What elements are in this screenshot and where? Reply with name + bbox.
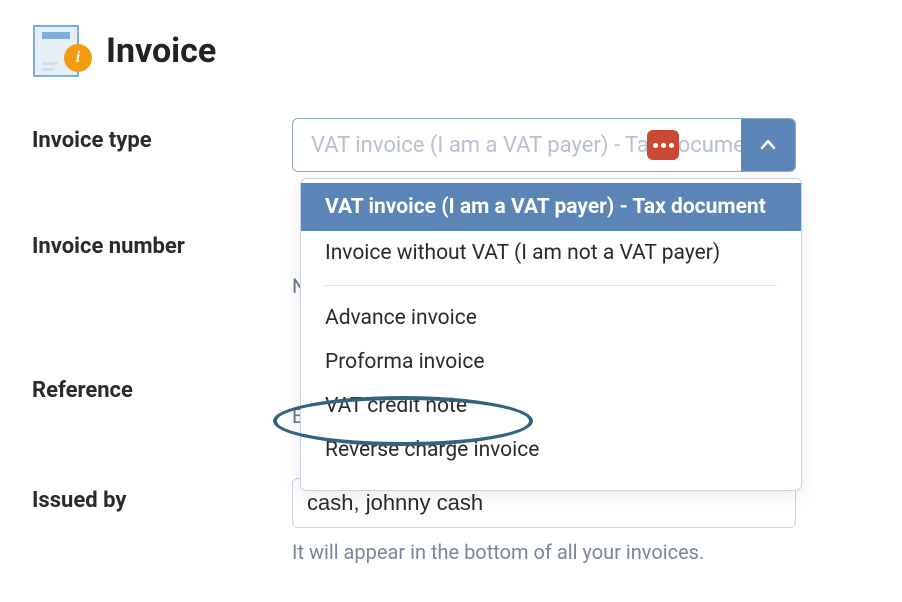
row-invoice-type: Invoice type VAT invoice (I am a VAT pay… — [32, 118, 870, 172]
dropdown-item[interactable]: Advance invoice — [301, 296, 801, 340]
ellipsis-icon — [647, 130, 679, 160]
page-header: i Invoice — [32, 24, 870, 78]
combobox-toggle-button[interactable] — [741, 119, 795, 171]
invoice-type-dropdown: VAT invoice (I am a VAT payer) - Tax doc… — [300, 178, 802, 491]
chevron-up-icon — [758, 135, 778, 155]
label-issued-by: Issued by — [32, 478, 292, 513]
dropdown-item[interactable]: Invoice without VAT (I am not a VAT paye… — [301, 231, 801, 275]
invoice-doc-icon: i — [32, 24, 86, 78]
label-invoice-number: Invoice number — [32, 224, 292, 259]
dropdown-item[interactable]: Reverse charge invoice — [301, 428, 801, 472]
dropdown-divider — [325, 285, 777, 286]
issued-by-helper: It will appear in the bottom of all your… — [292, 540, 796, 564]
combobox-input-area[interactable]: VAT invoice (I am a VAT payer) - Tax doc… — [293, 119, 741, 171]
page-title: Invoice — [106, 31, 216, 71]
label-invoice-type: Invoice type — [32, 118, 292, 153]
invoice-type-combobox[interactable]: VAT invoice (I am a VAT payer) - Tax doc… — [292, 118, 796, 172]
info-icon: i — [64, 44, 92, 72]
dropdown-item[interactable]: VAT invoice (I am a VAT payer) - Tax doc… — [301, 183, 801, 231]
label-reference: Reference — [32, 368, 292, 403]
dropdown-item[interactable]: VAT credit note — [301, 384, 801, 428]
info-glyph: i — [76, 49, 80, 67]
dropdown-item[interactable]: Proforma invoice — [301, 340, 801, 384]
